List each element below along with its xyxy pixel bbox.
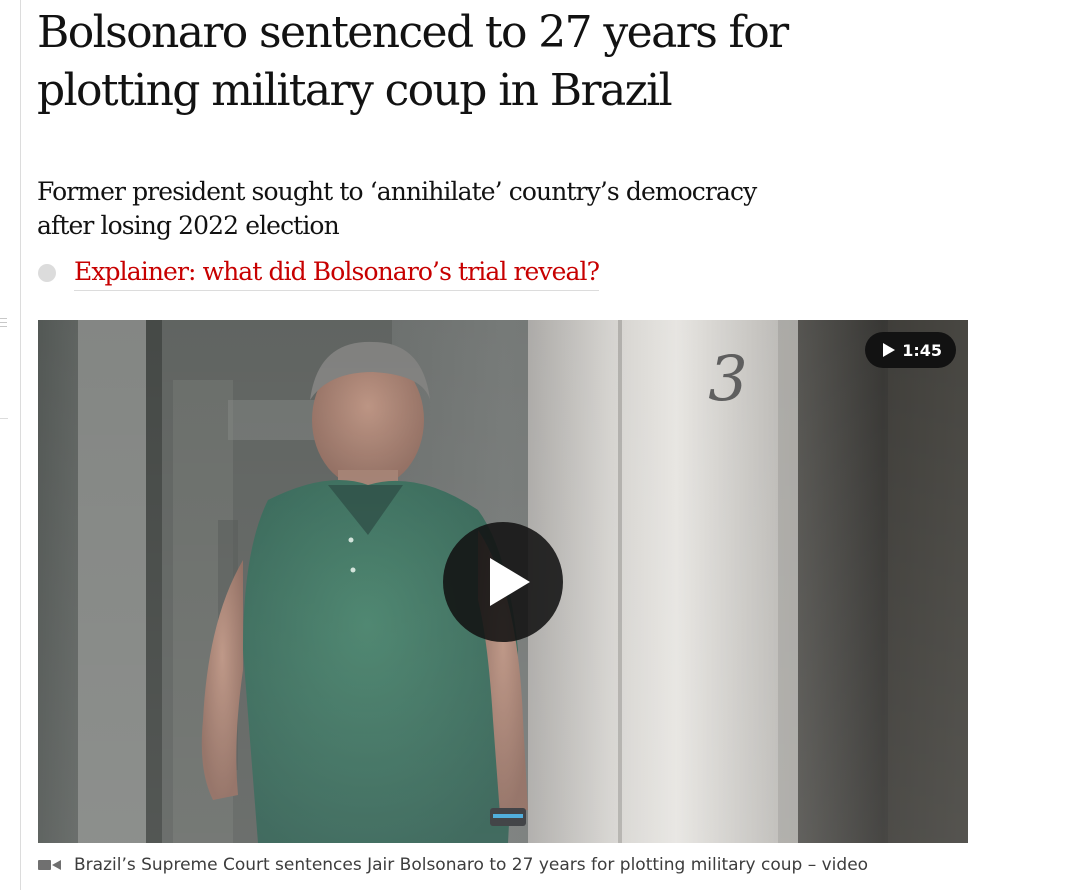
- explainer-link[interactable]: Explainer: what did Bolsonaro’s trial re…: [74, 255, 600, 291]
- video-player[interactable]: 3 1:45: [38, 320, 968, 843]
- play-button[interactable]: [443, 522, 563, 642]
- video-camera-icon: [38, 859, 66, 871]
- article-standfirst: Former president sought to ‘annihilate’ …: [37, 177, 757, 240]
- related-link-row[interactable]: Explainer: what did Bolsonaro’s trial re…: [38, 254, 600, 292]
- left-gutter-rule: [20, 0, 21, 890]
- menu-icon: [0, 318, 7, 330]
- video-caption-text: Brazil’s Supreme Court sentences Jair Bo…: [74, 855, 869, 875]
- duration-badge: 1:45: [865, 332, 956, 368]
- play-icon: [883, 343, 896, 357]
- duration-text: 1:45: [902, 340, 942, 360]
- video-caption: Brazil’s Supreme Court sentences Jair Bo…: [38, 852, 868, 878]
- play-button-icon: [490, 558, 530, 606]
- article-headline: Bolsonaro sentenced to 27 years for plot…: [37, 7, 789, 116]
- bullet-icon: [38, 264, 56, 282]
- gutter-divider: [0, 418, 8, 419]
